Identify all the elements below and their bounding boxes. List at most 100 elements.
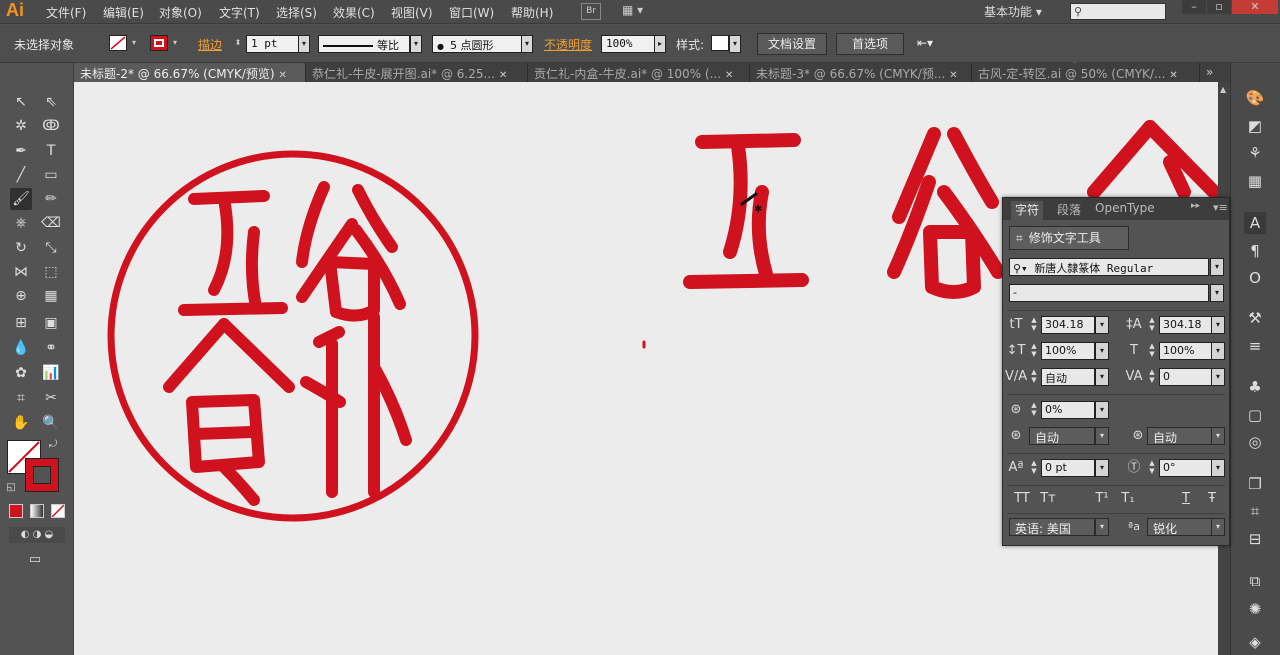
scale-tool-icon[interactable]: ⤡ [40, 237, 62, 259]
rotation-dropdown-icon[interactable]: ▾ [1211, 459, 1225, 477]
vertical-scale-field[interactable]: 100% [1041, 342, 1095, 360]
leading-spinner-icon[interactable]: ▲ ▼ [1147, 316, 1157, 334]
symbol-sprayer-tool-icon[interactable]: ✿ [10, 362, 32, 384]
scroll-up-icon[interactable]: ▲ [1220, 85, 1226, 94]
kerning-spinner-icon[interactable]: ▲ ▼ [1029, 368, 1039, 386]
stroke-weight-dropdown-icon[interactable]: ▾ [298, 35, 310, 53]
close-tab-icon[interactable]: ✕ [949, 70, 957, 81]
appearance-icon[interactable]: ⚘ [1244, 142, 1266, 164]
baseline-spinner-icon[interactable]: ▲ ▼ [1029, 459, 1039, 477]
shape-builder-tool-icon[interactable]: ⊕ [10, 285, 32, 307]
tab-paragraph[interactable]: 段落 [1053, 201, 1085, 218]
rectangle-tool-icon[interactable]: ▭ [40, 164, 62, 186]
seal-glyph-wu[interactable] [178, 190, 288, 316]
aki-right-field[interactable]: 自动 [1147, 427, 1213, 445]
workspace-switcher[interactable]: 基本功能 ▾ [984, 3, 1042, 20]
minimize-button[interactable]: – [1182, 0, 1206, 14]
transparency-icon[interactable]: ◎ [1244, 431, 1266, 453]
brush-definition[interactable]: ● 5 点圆形 [432, 35, 522, 53]
rotate-tool-icon[interactable]: ↻ [10, 237, 32, 259]
brush-dropdown-icon[interactable]: ▾ [521, 35, 533, 53]
graphic-style-swatch[interactable] [711, 35, 729, 51]
font-style-field[interactable]: - [1009, 284, 1209, 302]
font-family-dropdown-icon[interactable]: ▾ [1210, 258, 1224, 276]
stroke-weight-field[interactable]: 1 pt [246, 35, 300, 53]
hscale-dropdown-icon[interactable]: ▾ [1211, 342, 1225, 360]
superscript-button[interactable]: T¹ [1091, 490, 1113, 508]
align-icon[interactable]: ⊟ [1244, 528, 1266, 550]
tracking-dropdown-icon[interactable]: ▾ [1211, 368, 1225, 386]
tab-doc-4[interactable]: 未标题-3* @ 66.67% (CMYK/预... ✕ [750, 63, 972, 82]
slice-tool-icon[interactable]: ✂ [40, 387, 62, 409]
selection-tool-icon[interactable]: ↖ [10, 91, 32, 113]
bridge-button[interactable]: Br [581, 3, 601, 20]
kerning-dropdown-icon[interactable]: ▾ [1095, 368, 1109, 386]
color-mode-icon[interactable] [9, 504, 23, 518]
antialias-dropdown-icon[interactable]: ▾ [1211, 518, 1225, 536]
brushes-icon[interactable]: ⚒ [1244, 307, 1266, 329]
direct-selection-tool-icon[interactable]: ⇖ [40, 91, 62, 113]
tracking-field[interactable]: 0 [1159, 368, 1213, 386]
lasso-tool-icon[interactable]: ↂ [40, 115, 62, 137]
profile-dropdown-icon[interactable]: ▾ [410, 35, 422, 53]
variable-width-profile[interactable]: 等比 [318, 35, 410, 53]
aki-left-dropdown-icon[interactable]: ▾ [1095, 427, 1109, 445]
blend-tool-icon[interactable]: ⚭ [40, 337, 62, 359]
perspective-grid-tool-icon[interactable]: ▦ [40, 285, 62, 307]
eyedropper-tool-icon[interactable]: 💧 [10, 337, 32, 359]
panel-collapse-icon[interactable]: ▸▸ [1187, 201, 1204, 211]
close-tab-icon[interactable]: ✕ [499, 70, 507, 81]
close-tab-icon[interactable]: ✕ [1169, 70, 1177, 81]
column-graph-tool-icon[interactable]: 📊 [40, 362, 62, 384]
close-tab-icon[interactable]: ✕ [725, 70, 733, 81]
leading-dropdown-icon[interactable]: ▾ [1211, 316, 1225, 334]
zoom-tool-icon[interactable]: 🔍 [40, 412, 62, 434]
vscale-dropdown-icon[interactable]: ▾ [1095, 342, 1109, 360]
maximize-button[interactable]: ▫ [1207, 0, 1231, 14]
menu-view[interactable]: 视图(V) [391, 4, 433, 21]
rotation-spinner-icon[interactable]: ▲ ▼ [1147, 459, 1157, 477]
stroke-label[interactable]: 描边 [198, 36, 222, 53]
stroke-color-box[interactable] [25, 458, 59, 492]
font-size-spinner-icon[interactable]: ▲ ▼ [1029, 316, 1039, 334]
character-rotation-field[interactable]: 0° [1159, 459, 1213, 477]
line-tool-icon[interactable]: ╱ [10, 164, 32, 186]
gradient-tool-icon[interactable]: ▣ [40, 312, 62, 334]
swap-colors-icon[interactable]: ⤾ [46, 438, 60, 452]
opacity-dropdown-icon[interactable]: ▸ [654, 35, 666, 53]
free-transform-tool-icon[interactable]: ⬚ [40, 261, 62, 283]
seal-outer-ring[interactable] [107, 150, 479, 522]
gradient-panel-icon[interactable]: ▢ [1244, 404, 1266, 426]
large-glyph-wu[interactable] [683, 133, 809, 289]
default-colors-icon[interactable]: ◱ [4, 481, 18, 495]
font-size-dropdown-icon[interactable]: ▾ [1095, 316, 1109, 334]
subscript-button[interactable]: T₁ [1117, 490, 1139, 508]
close-tab-icon[interactable]: ✕ [279, 70, 287, 81]
vscale-spinner-icon[interactable]: ▲ ▼ [1029, 342, 1039, 360]
seal-glyph-shi[interactable] [163, 318, 295, 506]
width-tool-icon[interactable]: ⋈ [10, 261, 32, 283]
antialias-field[interactable]: 锐化 [1147, 518, 1213, 536]
baseline-dropdown-icon[interactable]: ▾ [1095, 459, 1109, 477]
menu-select[interactable]: 选择(S) [276, 4, 317, 21]
pathfinder-icon[interactable]: ⧉ [1244, 570, 1266, 592]
style-dropdown-icon[interactable]: ▾ [729, 35, 741, 53]
menu-edit[interactable]: 编辑(E) [103, 4, 144, 21]
tab-doc-3[interactable]: 贡仁礼-内盒-牛皮.ai* @ 100% (... ✕ [528, 63, 750, 82]
layers-icon[interactable]: ❐ [1244, 473, 1266, 495]
stroke-panel-icon[interactable]: ≡ [1244, 335, 1266, 357]
opacity-label[interactable]: 不透明度 [544, 36, 592, 53]
tab-doc-5[interactable]: 古风-定-转区.ai @ 50% (CMYK/... ✕ [972, 63, 1200, 82]
fill-swatch[interactable] [109, 35, 127, 51]
pen-tool-icon[interactable]: ✒ [10, 140, 32, 162]
seal-glyph-gu[interactable] [296, 181, 406, 322]
color-panel-icon[interactable]: 🎨 [1244, 87, 1266, 109]
font-style-dropdown-icon[interactable]: ▾ [1210, 284, 1224, 302]
document-setup-button[interactable]: 文档设置 [757, 33, 827, 55]
seal-glyph-bu[interactable] [300, 311, 412, 498]
preferences-button[interactable]: 首选项 [836, 33, 904, 55]
menu-help[interactable]: 帮助(H) [511, 4, 553, 21]
arrange-documents-icon[interactable]: ▦ ▾ [622, 3, 652, 20]
horizontal-scale-field[interactable]: 100% [1159, 342, 1213, 360]
aki-left-field[interactable]: 自动 [1029, 427, 1095, 445]
